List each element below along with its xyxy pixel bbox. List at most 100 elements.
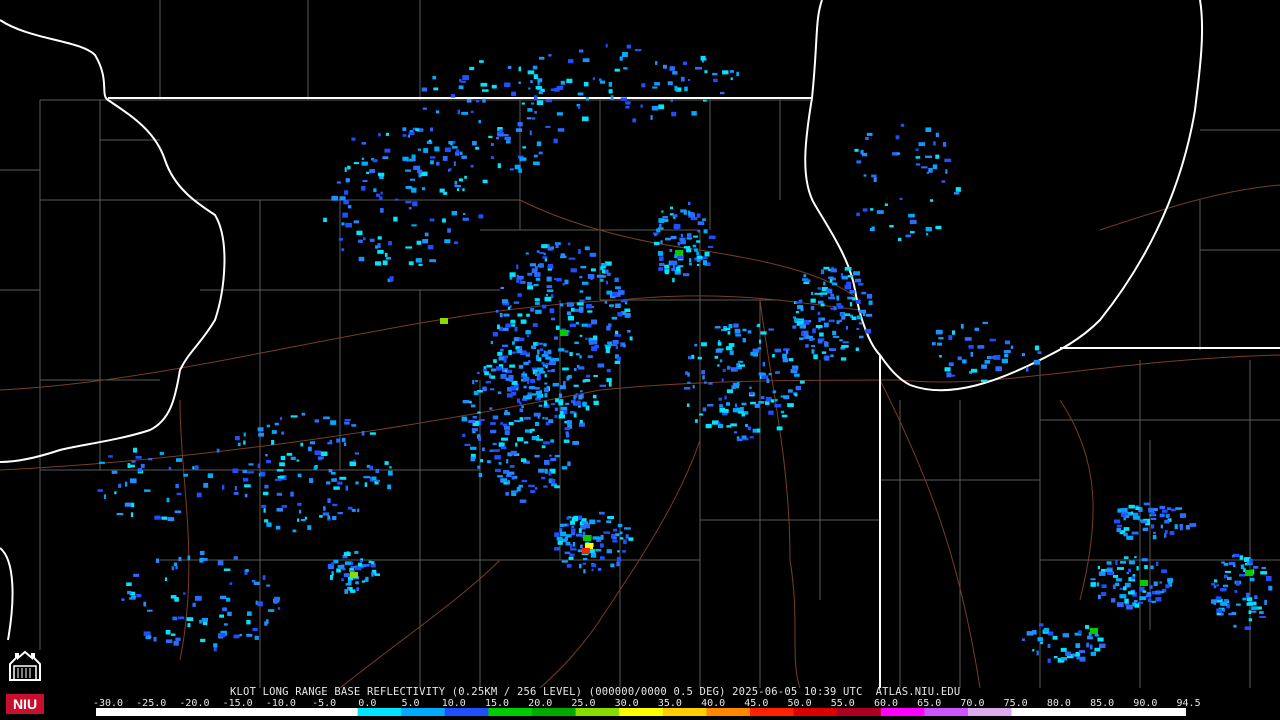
echo-pixel	[243, 440, 246, 445]
echo-pixel	[199, 550, 205, 555]
echo-pixel	[1037, 637, 1043, 642]
echo-pixel	[174, 510, 182, 514]
echo-pixel	[281, 505, 288, 508]
echo-pixel	[220, 595, 227, 600]
echo-pixel	[700, 56, 706, 61]
echo-pixel	[520, 458, 527, 462]
echo-pixel	[741, 412, 746, 417]
echo-pixel	[506, 459, 509, 464]
echo-pixel	[679, 237, 686, 242]
echo-pixel	[472, 380, 475, 385]
echo-pixel	[361, 157, 365, 161]
echo-pixel	[794, 373, 800, 377]
echo-pixel	[731, 385, 736, 390]
echo-pixel	[795, 385, 801, 391]
echo-pixel	[247, 611, 252, 616]
echo-pixel	[1065, 651, 1071, 656]
echo-pixel	[1231, 555, 1235, 558]
echo-pixel	[593, 400, 599, 406]
echo-pixel	[757, 428, 761, 433]
echo-pixel	[176, 458, 182, 462]
echo-pixel	[1123, 527, 1130, 531]
echo-pixel	[658, 267, 663, 271]
echo-pixel	[318, 456, 324, 460]
echo-pixel	[511, 391, 517, 396]
echo-pixel	[549, 361, 556, 366]
echo-pixel	[556, 85, 564, 90]
echo-pixel	[608, 82, 612, 87]
echo-pixel	[548, 471, 552, 476]
echo-pixel	[275, 525, 281, 530]
echo-pixel	[173, 562, 178, 567]
echo-pixel	[153, 636, 157, 642]
echo-core	[560, 330, 568, 336]
echo-pixel	[659, 256, 664, 261]
echo-pixel	[516, 278, 519, 283]
echo-pixel	[935, 154, 940, 159]
echo-pixel	[663, 218, 669, 223]
echo-pixel	[192, 602, 196, 607]
echo-pixel	[707, 245, 714, 248]
echo-pixel	[955, 187, 961, 192]
echo-pixel	[362, 180, 368, 183]
echo-pixel	[614, 334, 622, 337]
echo-pixel	[571, 307, 575, 312]
echo-pixel	[659, 263, 665, 267]
echo-pixel	[331, 571, 334, 574]
echo-pixel	[957, 356, 962, 361]
echo-pixel	[804, 279, 811, 282]
echo-pixel	[1151, 591, 1156, 595]
echo-pixel	[336, 181, 341, 184]
echo-pixel	[686, 403, 690, 407]
echo-pixel	[410, 178, 416, 181]
echo-pixel	[858, 282, 864, 286]
echo-pixel	[1036, 650, 1039, 656]
echo-pixel	[1154, 590, 1161, 595]
echo-pixel	[1170, 508, 1176, 512]
echo-pixel	[704, 70, 708, 74]
echo-pixel	[554, 547, 560, 551]
echo-pixel	[600, 556, 605, 560]
echo-pixel	[774, 348, 782, 353]
echo-pixel	[489, 407, 493, 410]
echo-pixel	[566, 564, 572, 568]
echo-pixel	[563, 380, 566, 386]
echo-pixel	[721, 378, 724, 382]
echo-pixel	[574, 401, 581, 406]
echo-pixel	[482, 386, 487, 392]
echo-pixel	[988, 356, 995, 359]
echo-pixel	[680, 233, 683, 238]
echo-pixel	[504, 410, 508, 414]
echo-pixel	[795, 301, 802, 304]
echo-pixel	[505, 492, 510, 496]
echo-pixel	[624, 308, 631, 312]
echo-pixel	[1179, 524, 1183, 528]
echo-pixel	[108, 455, 113, 458]
colorbar-segment	[793, 708, 838, 716]
echo-pixel	[730, 77, 733, 81]
echo-pixel	[345, 583, 352, 586]
echo-pixel	[1248, 618, 1253, 622]
echo-pixel	[535, 309, 542, 314]
echo-pixel	[556, 537, 563, 541]
echo-pixel	[712, 420, 719, 425]
echo-pixel	[968, 345, 974, 349]
echo-pixel	[613, 528, 618, 532]
echo-pixel	[523, 385, 527, 389]
echo-pixel	[640, 104, 643, 108]
echo-pixel	[341, 222, 345, 226]
echo-pixel	[580, 265, 587, 269]
echo-pixel	[407, 134, 410, 138]
echo-pixel	[565, 534, 572, 538]
echo-pixel	[1239, 574, 1246, 577]
echo-pixel	[1131, 576, 1136, 580]
echo-pixel	[424, 232, 429, 237]
echo-pixel	[932, 164, 938, 170]
echo-pixel	[625, 101, 631, 105]
echo-pixel	[415, 258, 422, 263]
echo-pixel	[817, 287, 821, 290]
echo-pixel	[382, 260, 388, 266]
echo-pixel	[1112, 584, 1116, 589]
echo-pixel	[714, 355, 719, 359]
echo-pixel	[606, 520, 612, 524]
